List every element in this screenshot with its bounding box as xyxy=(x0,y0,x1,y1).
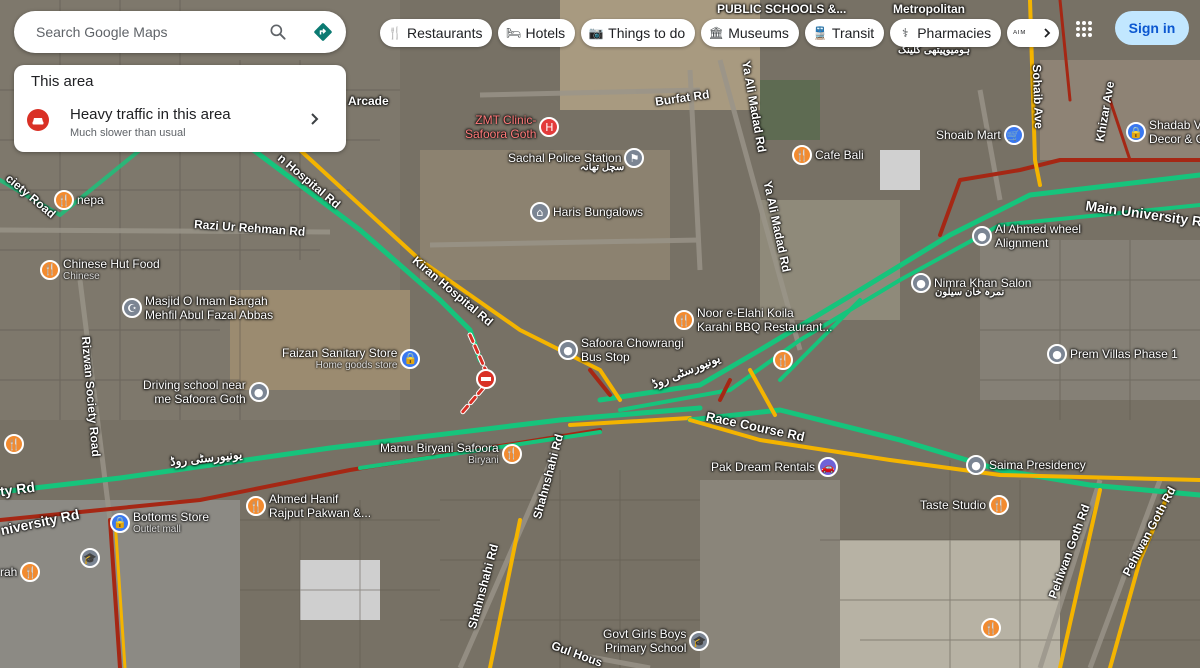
place-icon: ● xyxy=(966,455,986,475)
chip-pharmacies[interactable]: ⚕ Pharmacies xyxy=(890,19,1002,47)
poi-faizan-sanitary[interactable]: 🔒 Faizan Sanitary Store Home goods store xyxy=(282,346,421,371)
poi-saima-presidency[interactable]: ● Saima Presidency xyxy=(966,455,1086,475)
shopping-cart-icon: 🛒 xyxy=(1003,125,1024,145)
poi-govt-school[interactable]: 🎓 Govt Girls Boys Primary School xyxy=(603,627,710,655)
mosque-icon: ☪ xyxy=(122,298,142,318)
poi-bottoms-store[interactable]: 🔒 Bottoms Store Outlet mall xyxy=(110,510,209,535)
poi-taste-studio[interactable]: 🍴 Taste Studio xyxy=(920,495,1010,515)
restaurant-icon: 🍴 xyxy=(674,310,694,330)
police-icon: ⚑ xyxy=(624,148,645,168)
restaurant-icon[interactable]: 🍴 xyxy=(773,350,793,370)
search-box[interactable] xyxy=(14,11,346,53)
pharmacy-icon: ⚕ xyxy=(901,26,909,40)
poi-mamu-biryani[interactable]: 🍴 Mamu Biryani Safoora Biryani xyxy=(380,441,522,466)
search-icon[interactable] xyxy=(268,22,288,42)
school-icon[interactable]: 🎓 xyxy=(80,548,100,568)
chip-atms: ATMs xyxy=(1013,30,1026,36)
chip-museums[interactable]: 🏛 Museums xyxy=(701,19,799,47)
restaurant-icon[interactable]: 🍴 xyxy=(981,618,1001,638)
poi-al-ahmed[interactable]: ● Al Ahmed wheel Alignment xyxy=(972,222,1081,250)
poi-haris-bungalows[interactable]: ⌂ Haris Bungalows xyxy=(530,202,643,222)
restaurant-icon: 🍴 xyxy=(246,496,266,516)
shopping-bag-icon: 🔒 xyxy=(110,512,130,533)
poi-noor-e-elahi[interactable]: 🍴 Noor e-Elahi Koila Karahi BBQ Restauran… xyxy=(674,306,832,334)
home-icon: ⌂ xyxy=(530,202,550,222)
chip-restaurants[interactable]: 🍴 Restaurants xyxy=(380,19,493,47)
place-icon: ● xyxy=(911,273,931,293)
directions-icon[interactable] xyxy=(313,22,333,42)
heavy-traffic-row[interactable]: Heavy traffic in this area Much slower t… xyxy=(14,99,346,149)
search-input[interactable] xyxy=(34,23,258,41)
restaurant-icon: 🍴 xyxy=(989,495,1010,515)
chip-more-button[interactable]: ATMs xyxy=(1007,19,1060,47)
area-label: PUBLIC SCHOOLS &... xyxy=(717,2,847,16)
restaurant-icon: 🍴 xyxy=(40,259,60,280)
poi-sachal-police[interactable]: ⚑ Sachal Police Station xyxy=(508,148,645,168)
sign-in-button[interactable]: Sign in xyxy=(1115,11,1189,45)
poi-shadab[interactable]: 🔒 Shadab V Decor & C xyxy=(1126,118,1200,146)
road-label: Sohaib Ave xyxy=(1029,64,1046,130)
restaurant-icon: 🍴 xyxy=(54,190,74,210)
shopping-bag-icon: 🔒 xyxy=(400,348,421,369)
place-label: Arcade xyxy=(348,94,389,108)
car-icon xyxy=(27,109,49,131)
area-label: Metropolitan xyxy=(893,2,965,16)
place-icon: ● xyxy=(248,382,269,402)
chip-transit[interactable]: 🚆 Transit xyxy=(804,19,885,47)
restaurant-icon: 🍴 xyxy=(501,443,522,464)
poi-nimra-khan[interactable]: ● Nimra Khan Salon xyxy=(911,273,1031,293)
traffic-heading: Heavy traffic in this area xyxy=(70,106,231,123)
place-icon: ● xyxy=(972,226,992,246)
restaurant-icon: 🍴 xyxy=(20,562,41,582)
transit-icon: 🚆 xyxy=(812,26,828,40)
poi-zmt-clinic[interactable]: H ZMT Clinic- Safoora Goth xyxy=(465,113,560,141)
card-title: This area xyxy=(31,73,94,90)
apps-grid-icon[interactable] xyxy=(1074,19,1094,39)
place-icon: ● xyxy=(1047,344,1067,364)
restaurant-icon[interactable]: 🍴 xyxy=(4,434,24,454)
poi-driving-school[interactable]: ● Driving school near me Safoora Goth xyxy=(143,378,269,406)
museum-icon: 🏛 xyxy=(708,26,724,40)
poi-nepa[interactable]: 🍴 nepa xyxy=(54,190,104,210)
chip-things-to-do[interactable]: 📷 Things to do xyxy=(581,19,696,47)
traffic-card: This area Heavy traffic in this area Muc… xyxy=(14,65,346,152)
bus-stop-icon: ● xyxy=(558,340,578,360)
camera-icon: 📷 xyxy=(588,26,604,40)
poi-shoaib-mart[interactable]: 🛒 Shoaib Mart xyxy=(936,125,1024,145)
poi-prem-villas[interactable]: ● Prem Villas Phase 1 xyxy=(1047,344,1178,364)
poi-pak-dream[interactable]: 🚗 Pak Dream Rentals xyxy=(711,457,839,477)
car-rental-icon: 🚗 xyxy=(818,457,839,477)
chip-hotels[interactable]: 🛏 Hotels xyxy=(498,19,576,47)
restaurant-icon: 🍴 xyxy=(792,145,812,165)
chevron-right-icon xyxy=(1044,28,1051,38)
poi-cafe-bali[interactable]: 🍴 Cafe Bali xyxy=(792,145,864,165)
poi-masjid[interactable]: ☪ Masjid O Imam Bargah Mehfil Abul Fazal … xyxy=(122,294,273,322)
school-icon: 🎓 xyxy=(689,631,710,651)
shopping-bag-icon: 🔒 xyxy=(1126,122,1146,142)
hotel-icon: 🛏 xyxy=(505,26,522,40)
restaurant-icon: 🍴 xyxy=(387,26,403,40)
poi-chinese-hut[interactable]: 🍴 Chinese Hut Food Chinese xyxy=(40,257,160,282)
poi-safoora-chowrangi[interactable]: ● Safoora Chowrangi Bus Stop xyxy=(558,336,684,364)
poi-rah[interactable]: 🍴 rah xyxy=(0,562,41,582)
chevron-right-icon xyxy=(311,113,319,125)
hospital-icon: H xyxy=(539,117,560,137)
traffic-subtitle: Much slower than usual xyxy=(70,127,186,139)
category-chips: 🍴 Restaurants 🛏 Hotels 📷 Things to do 🏛 Muse… xyxy=(380,19,1060,47)
poi-ahmed-hanif[interactable]: 🍴 Ahmed Hanif Rajput Pakwan &... xyxy=(246,492,371,520)
